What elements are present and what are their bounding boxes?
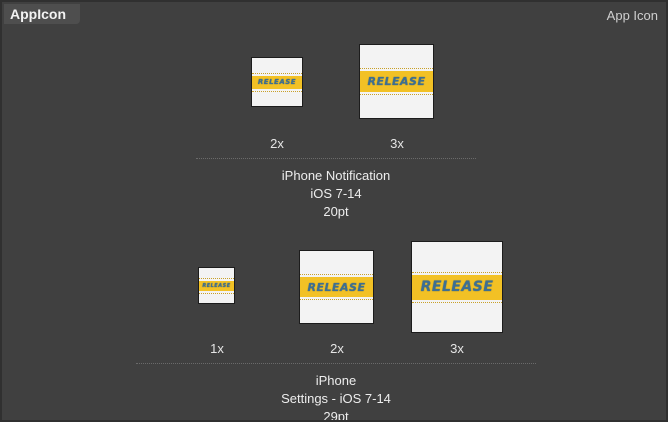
icon-slot-notification-3x[interactable]: RELEASE	[359, 44, 434, 119]
scale-label-3x: 3x	[450, 341, 464, 356]
group-label-line: iPhone	[315, 373, 357, 388]
release-icon: RELEASE	[199, 277, 234, 294]
icon-slot-settings-3x[interactable]: RELEASE	[411, 241, 503, 333]
scale-label-1x: 1x	[210, 341, 224, 356]
release-icon: RELEASE	[412, 271, 502, 303]
release-icon: RELEASE	[360, 68, 433, 95]
group-label-line: iOS 7-14	[310, 186, 362, 201]
group-divider	[196, 158, 476, 159]
group-label-settings: iPhone Settings - iOS 7-14 29pt	[2, 372, 666, 422]
release-icon: RELEASE	[300, 274, 373, 300]
asset-title: AppIcon	[4, 4, 80, 24]
group-label-line: 20pt	[323, 204, 349, 219]
asset-kind-label: App Icon	[606, 8, 658, 23]
icon-slot-settings-1x[interactable]: RELEASE	[198, 267, 235, 304]
group-divider	[136, 363, 536, 364]
icon-slot-settings-2x[interactable]: RELEASE	[299, 250, 374, 324]
group-label-line: Settings - iOS 7-14	[281, 391, 391, 406]
asset-editor: AppIcon App Icon RELEASE RELEASE 2x 3x i…	[0, 0, 668, 422]
scale-label-3x: 3x	[390, 136, 404, 151]
release-icon: RELEASE	[252, 72, 302, 92]
group-label-line: 29pt	[323, 409, 349, 422]
group-label-line: iPhone Notification	[281, 168, 391, 183]
scale-label-2x: 2x	[270, 136, 284, 151]
group-label-notification: iPhone Notification iOS 7-14 20pt	[2, 167, 666, 221]
icon-slot-notification-2x[interactable]: RELEASE	[251, 57, 303, 107]
scale-label-2x: 2x	[330, 341, 344, 356]
